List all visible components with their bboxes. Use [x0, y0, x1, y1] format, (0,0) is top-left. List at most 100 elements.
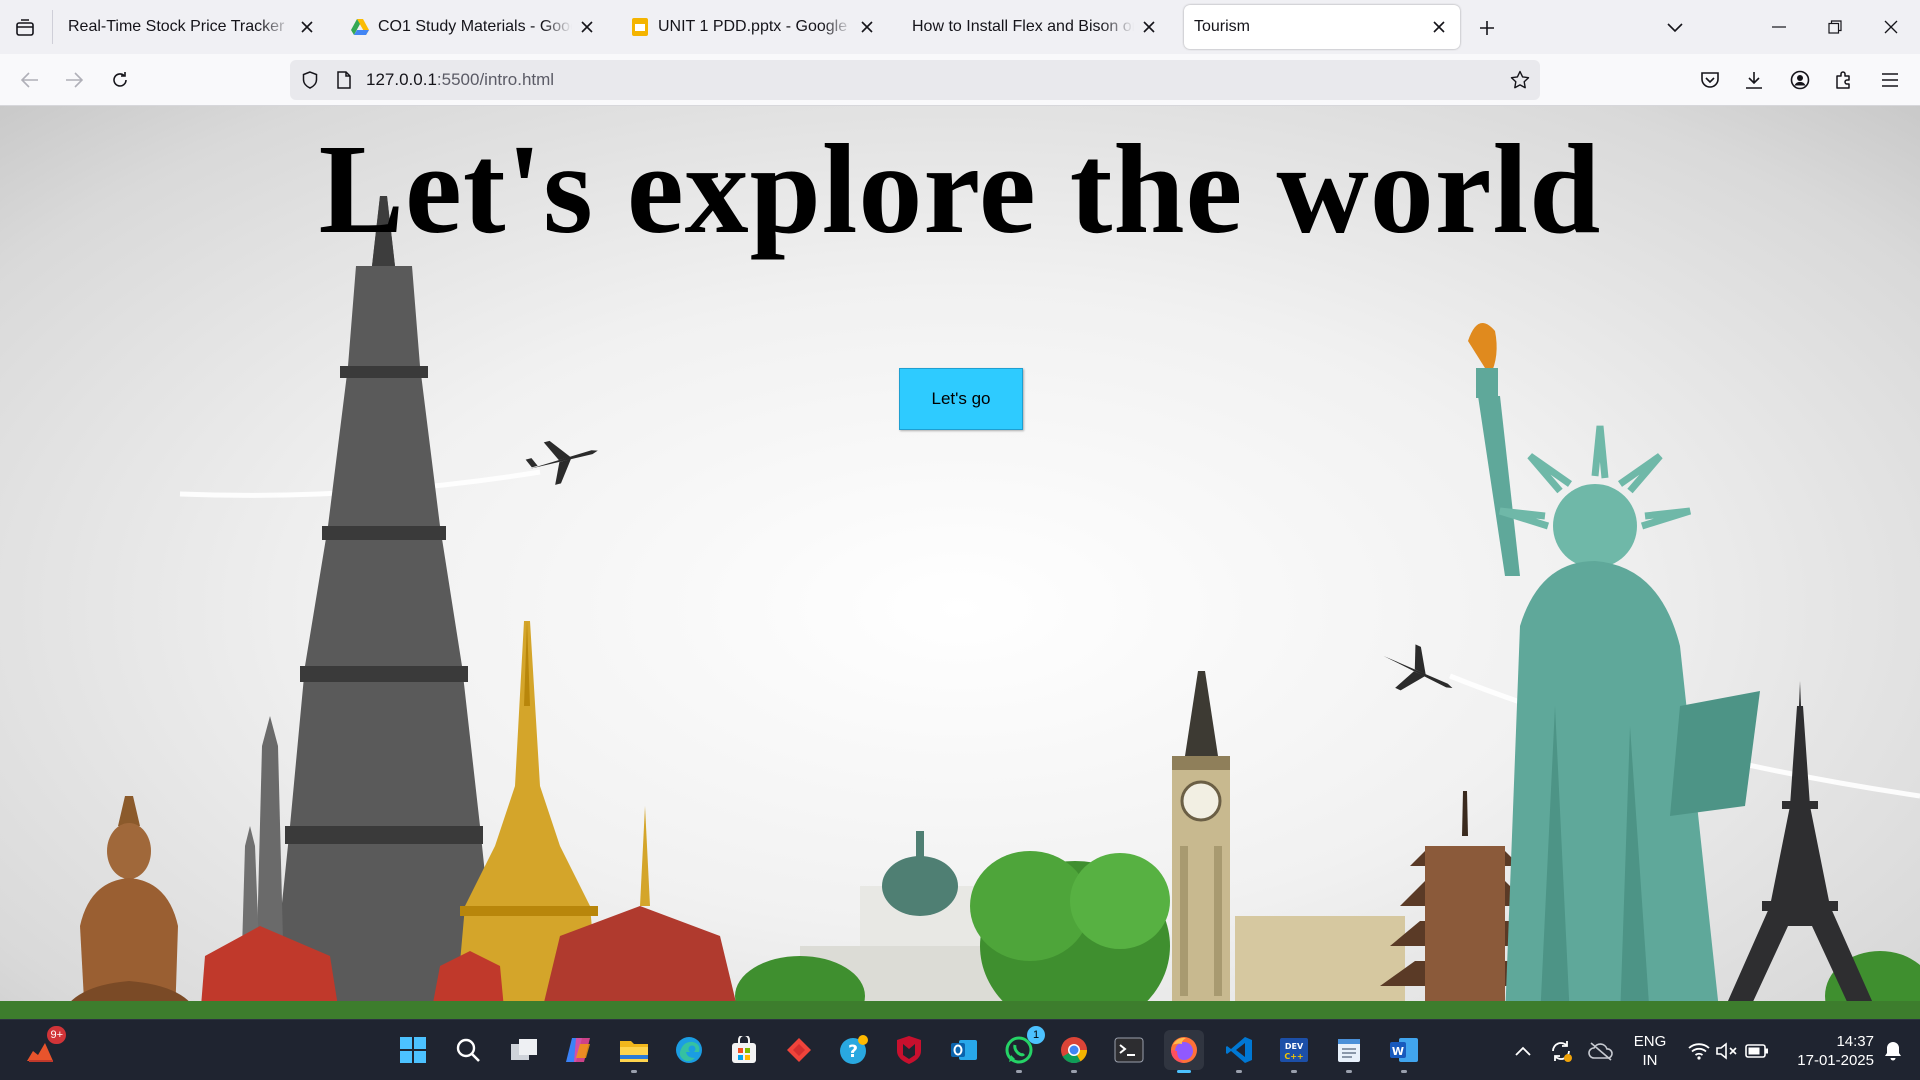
back-button[interactable]	[14, 64, 46, 96]
tab-google-slides[interactable]: UNIT 1 PDD.pptx - Google Slides	[620, 5, 888, 49]
reload-button[interactable]	[104, 64, 136, 96]
account-icon	[1790, 70, 1810, 90]
tab-tourism[interactable]: Tourism	[1184, 5, 1460, 49]
input-language-indicator[interactable]: ENG IN	[1628, 1032, 1672, 1070]
downloads-button[interactable]	[1738, 64, 1770, 96]
close-icon[interactable]	[856, 16, 878, 38]
close-icon[interactable]	[1138, 16, 1160, 38]
account-button[interactable]	[1784, 64, 1816, 96]
mcafee-button[interactable]	[889, 1030, 929, 1070]
firefox-view-button[interactable]	[10, 14, 40, 42]
show-hidden-icons-button[interactable]	[1510, 1038, 1536, 1064]
outlook-icon	[951, 1040, 977, 1060]
close-icon[interactable]	[296, 16, 318, 38]
start-icon	[400, 1037, 426, 1063]
outlook-button[interactable]	[944, 1030, 984, 1070]
edge-button[interactable]	[669, 1030, 709, 1070]
task-view-button[interactable]	[504, 1030, 544, 1070]
microsoft-store-button[interactable]	[724, 1030, 764, 1070]
sync-tray-icon[interactable]	[1548, 1038, 1574, 1064]
shield-icon[interactable]	[298, 68, 322, 92]
clock-date: 17-01-2025	[1797, 1052, 1874, 1069]
tab-stock-tracker[interactable]: Real-Time Stock Price Tracker	[58, 5, 328, 49]
tab-strip: Real-Time Stock Price Tracker CO1 Study …	[0, 0, 1920, 54]
notepad-button[interactable]	[1329, 1030, 1369, 1073]
minimize-button[interactable]	[1756, 8, 1802, 46]
close-icon[interactable]	[1428, 16, 1450, 38]
tab-title: How to Install Flex and Bison on Windows	[912, 18, 1134, 35]
close-window-button[interactable]	[1868, 8, 1914, 46]
anydesk-button[interactable]	[779, 1030, 819, 1070]
wifi-icon	[1688, 1043, 1710, 1060]
sync-icon	[1552, 1041, 1572, 1062]
tab-title: Tourism	[1194, 18, 1251, 35]
onedrive-tray-icon[interactable]	[1588, 1038, 1614, 1064]
arrow-left-icon	[21, 72, 38, 88]
vscode-icon	[1226, 1037, 1252, 1063]
word-button[interactable]: W	[1384, 1030, 1424, 1073]
firefox-button[interactable]	[1164, 1030, 1204, 1073]
tab-flex-bison[interactable]: How to Install Flex and Bison on Windows	[902, 5, 1170, 49]
battery-tray-icon[interactable]	[1744, 1038, 1770, 1064]
active-indicator	[1177, 1070, 1191, 1073]
network-tray-icon[interactable]	[1686, 1038, 1712, 1064]
running-indicator	[1071, 1070, 1077, 1073]
puzzle-icon	[1836, 71, 1850, 89]
page-icon[interactable]	[332, 68, 356, 92]
extensions-button[interactable]	[1828, 64, 1860, 96]
anydesk-icon	[787, 1038, 811, 1062]
restore-icon	[1828, 20, 1842, 34]
big-ben-tower	[1172, 671, 1405, 1019]
devcpp-icon: DEVC++	[1280, 1038, 1308, 1062]
app-menu-button[interactable]	[1874, 64, 1906, 96]
taskbar-clock[interactable]: 14:37 17-01-2025	[1780, 1032, 1874, 1070]
running-indicator	[1016, 1070, 1022, 1073]
devcpp-button[interactable]: DEV C++	[1274, 1030, 1314, 1073]
running-indicator	[1346, 1070, 1352, 1073]
mcafee-icon	[897, 1036, 921, 1064]
widgets-button[interactable]: 9+	[20, 1026, 66, 1070]
close-icon[interactable]	[576, 16, 598, 38]
file-explorer-button[interactable]	[614, 1030, 654, 1073]
whatsapp-button[interactable]: 1	[999, 1026, 1045, 1073]
svg-text:DEV: DEV	[1285, 1042, 1304, 1051]
tab-google-drive[interactable]: CO1 Study Materials - Google Drive	[340, 5, 608, 49]
vscode-button[interactable]	[1219, 1030, 1259, 1073]
chrome-icon	[1061, 1037, 1088, 1064]
chrome-button[interactable]	[1054, 1030, 1094, 1073]
notifications-button[interactable]	[1880, 1038, 1906, 1064]
tab-title: Real-Time Stock Price Tracker	[68, 18, 285, 35]
forward-button[interactable]	[58, 64, 90, 96]
terminal-button[interactable]	[1109, 1030, 1149, 1070]
new-tab-button[interactable]	[1472, 14, 1502, 42]
bell-icon	[1885, 1042, 1901, 1061]
bookmark-star-icon[interactable]	[1508, 68, 1532, 92]
address-bar[interactable]: 127.0.0.1:5500/intro.html	[290, 60, 1540, 100]
widgets-badge: 9+	[47, 1026, 66, 1044]
volume-tray-icon[interactable]	[1714, 1038, 1740, 1064]
tab-title: CO1 Study Materials - Google Drive	[378, 18, 572, 35]
file-explorer-icon	[620, 1041, 648, 1062]
list-all-tabs-button[interactable]	[1660, 14, 1690, 42]
wat-arun-temple	[240, 196, 500, 1019]
page-title: Let's explore the world	[318, 118, 1602, 260]
url-text[interactable]: 127.0.0.1:5500/intro.html	[366, 70, 554, 90]
start-button[interactable]	[393, 1030, 433, 1070]
edge-icon	[676, 1037, 702, 1063]
airplane-icon	[525, 440, 598, 485]
get-help-button[interactable]: ?	[834, 1030, 874, 1070]
lets-go-button[interactable]: Let's go	[899, 368, 1023, 430]
minimize-icon	[1772, 26, 1786, 28]
pocket-button[interactable]	[1694, 64, 1726, 96]
copilot-button[interactable]	[559, 1030, 599, 1070]
reload-icon	[113, 72, 127, 87]
restore-button[interactable]	[1812, 8, 1858, 46]
copilot-icon	[566, 1038, 590, 1062]
google-slides-icon	[630, 17, 650, 37]
firefox-icon	[1171, 1037, 1197, 1063]
hamburger-icon	[1882, 73, 1898, 87]
plus-icon	[1480, 21, 1494, 35]
search-button[interactable]	[448, 1030, 488, 1070]
buddha-statue	[60, 796, 200, 1019]
svg-text:C++: C++	[1284, 1052, 1303, 1061]
